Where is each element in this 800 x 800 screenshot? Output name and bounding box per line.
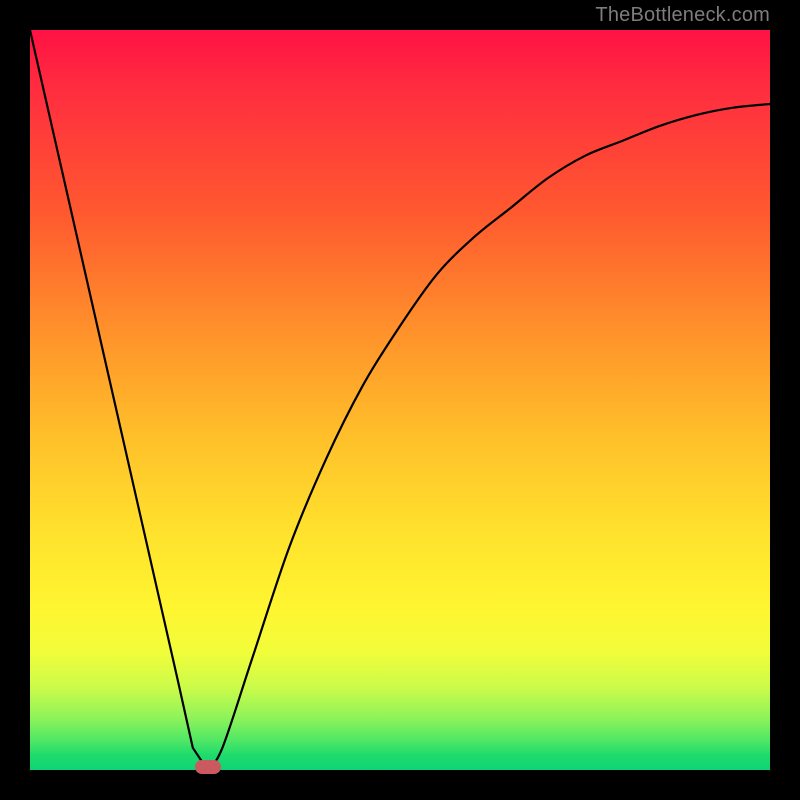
watermark-text: TheBottleneck.com <box>595 4 770 27</box>
chart-stage: TheBottleneck.com <box>0 0 800 800</box>
curve-svg <box>30 30 770 770</box>
min-marker <box>195 760 221 774</box>
plot-area <box>30 30 770 770</box>
bottleneck-curve-path <box>30 30 770 770</box>
